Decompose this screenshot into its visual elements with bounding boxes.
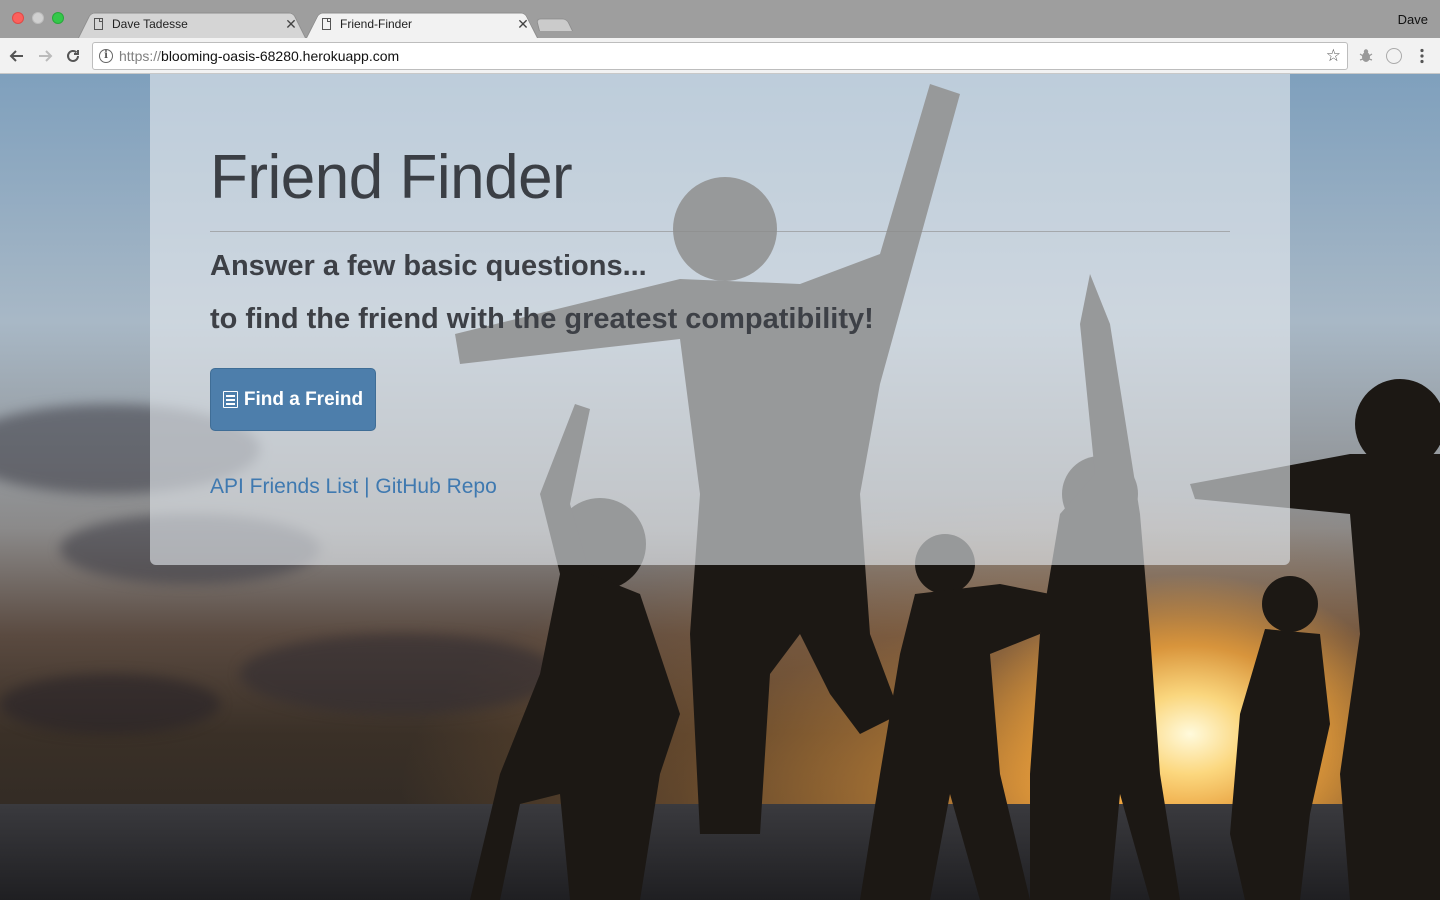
- tab-title: Friend-Finder: [340, 16, 413, 31]
- forward-arrow-icon[interactable]: [34, 45, 56, 67]
- back-arrow-icon[interactable]: [6, 45, 28, 67]
- divider: [210, 231, 1230, 232]
- browser-toolbar: i https://blooming-oasis-68280.herokuapp…: [0, 38, 1440, 74]
- page-icon: [94, 17, 103, 30]
- maximize-window-button[interactable]: [52, 12, 64, 24]
- star-icon[interactable]: ☆: [1326, 46, 1341, 66]
- github-repo-link[interactable]: GitHub Repo: [375, 475, 496, 498]
- close-tab-icon[interactable]: ✕: [516, 17, 530, 31]
- address-bar[interactable]: i https://blooming-oasis-68280.herokuapp…: [92, 42, 1348, 70]
- tab-title: Dave Tadesse: [112, 16, 188, 31]
- kebab-menu-icon[interactable]: [1412, 46, 1432, 66]
- profile-name[interactable]: Dave: [1398, 12, 1428, 27]
- minimize-window-button[interactable]: [32, 12, 44, 24]
- info-icon[interactable]: i: [99, 49, 113, 63]
- reload-icon[interactable]: [62, 45, 84, 67]
- circle-icon[interactable]: [1384, 46, 1404, 66]
- page-title: Friend Finder: [210, 143, 573, 212]
- footer-links: API Friends List | GitHub Repo: [210, 475, 497, 499]
- browser-titlebar: Dave Tadesse ✕ Friend-Finder ✕ Dave: [0, 0, 1440, 39]
- url-host: blooming-oasis-68280.herokuapp.com: [161, 48, 400, 64]
- close-tab-icon[interactable]: ✕: [284, 17, 298, 31]
- jumbotron: Friend Finder Answer a few basic questio…: [150, 74, 1290, 565]
- close-window-button[interactable]: [12, 12, 24, 24]
- tab-dave-tadesse[interactable]: Dave Tadesse ✕: [78, 9, 306, 39]
- list-icon: [222, 391, 238, 408]
- link-separator: |: [364, 475, 370, 498]
- url-scheme: https://: [119, 48, 162, 64]
- lead-text-2: to find the friend with the greatest com…: [210, 303, 874, 335]
- bug-icon[interactable]: [1356, 46, 1376, 66]
- page-background: Friend Finder Answer a few basic questio…: [0, 74, 1440, 900]
- find-a-friend-label: Find a Freind: [243, 388, 364, 410]
- lead-text-1: Answer a few basic questions...: [210, 250, 647, 282]
- tab-friend-finder[interactable]: Friend-Finder ✕: [306, 9, 538, 39]
- page-icon: [322, 17, 331, 30]
- find-a-friend-button[interactable]: Find a Freind: [210, 368, 376, 431]
- api-friends-list-link[interactable]: API Friends List: [210, 475, 358, 498]
- new-tab-button[interactable]: [535, 9, 573, 38]
